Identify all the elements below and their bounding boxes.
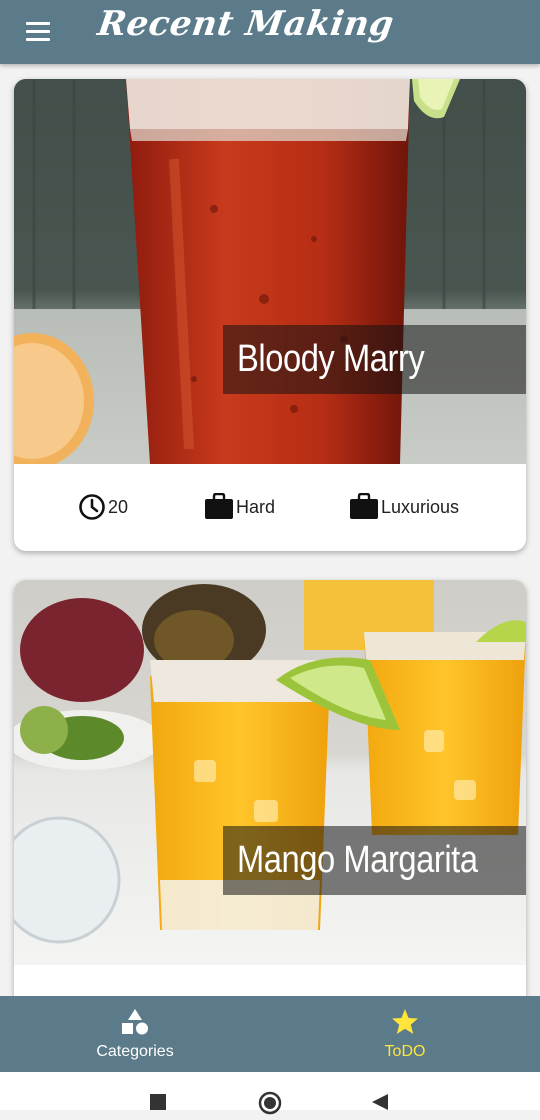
recipe-card[interactable]: Mango Margarita: [14, 580, 526, 996]
recipe-meta: 20 Hard Luxurious: [14, 464, 526, 551]
bottom-navigation: Categories ToDO: [0, 996, 540, 1072]
home-button[interactable]: [258, 1091, 282, 1120]
recipe-feed[interactable]: Bloody Marry 20 Hard Luxurious Mango Mar…: [0, 64, 540, 996]
tab-todo-label: ToDO: [384, 1043, 426, 1060]
duration-info: 20: [78, 492, 128, 522]
recipe-card[interactable]: Bloody Marry 20 Hard Luxurious: [14, 79, 526, 551]
clock-icon: [79, 494, 105, 520]
affordability-info: Luxurious: [349, 492, 459, 522]
recents-button[interactable]: [150, 1094, 166, 1115]
affordability-value: Luxurious: [381, 496, 460, 517]
app-title: Recent Making: [95, 4, 397, 44]
star-icon: [392, 1009, 418, 1034]
complexity-value: Hard: [236, 496, 276, 517]
back-button[interactable]: [372, 1094, 388, 1115]
recipe-photo: Mango Margarita: [14, 580, 526, 965]
complexity-info: Hard: [204, 492, 275, 522]
square-icon: [150, 1094, 166, 1110]
tab-todo[interactable]: ToDO: [270, 996, 540, 1072]
recipe-title: Bloody Marry: [223, 325, 526, 394]
hamburger-menu-icon[interactable]: [22, 14, 56, 48]
app-bar: Recent Making: [0, 0, 540, 64]
briefcase-icon: [205, 493, 233, 519]
triangle-back-icon: [372, 1094, 388, 1110]
shapes-icon: [122, 1009, 148, 1035]
duration-value: 20: [108, 496, 129, 517]
recipe-photo: Bloody Marry: [14, 79, 526, 464]
system-navigation-bar: [0, 1072, 540, 1115]
tab-categories[interactable]: Categories: [0, 996, 270, 1072]
tab-categories-label: Categories: [96, 1043, 174, 1060]
circle-icon: [258, 1091, 282, 1115]
recipe-title: Mango Margarita: [223, 826, 526, 895]
briefcase-icon: [350, 493, 378, 519]
